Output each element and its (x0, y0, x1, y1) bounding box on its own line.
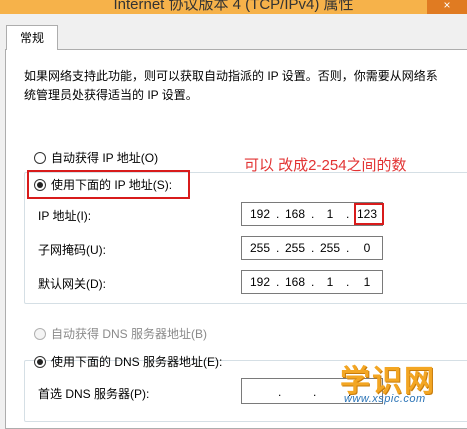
ip-address-label: IP 地址(I): (38, 209, 92, 223)
gateway-octet-2[interactable]: 168 (282, 274, 308, 290)
gateway-dot: . (311, 275, 315, 289)
window-title: Internet 协议版本 4 (TCP/IPv4) 属性 (113, 0, 354, 13)
annotation-text: 可以 改成2-254之间的数 (244, 157, 407, 174)
default-gateway-label: 默认网关(D): (38, 277, 106, 291)
auto-dns-label: 自动获得 DNS 服务器地址(B) (51, 327, 208, 341)
default-gateway-input[interactable]: 192 . 168 . 1 . 1 (241, 270, 383, 294)
subnet-mask-label: 子网掩码(U): (38, 243, 106, 257)
tab-general[interactable]: 常规 (6, 25, 58, 50)
ip-dot: . (276, 207, 280, 221)
gateway-dot: . (346, 275, 350, 289)
mask-dot: . (276, 241, 280, 255)
gateway-octet-3[interactable]: 1 (317, 274, 343, 290)
ip-octet-3[interactable]: 1 (317, 206, 343, 222)
ip-dot: . (346, 207, 350, 221)
ip-octet-1[interactable]: 192 (247, 206, 273, 222)
mask-dot: . (346, 241, 350, 255)
watermark-url-text: www.xspic.com (344, 393, 426, 405)
auto-ip-radio-row[interactable]: 自动获得 IP 地址(O) (34, 149, 158, 166)
title-bar: Internet 协议版本 4 (TCP/IPv4) 属性 × (0, 0, 467, 14)
gateway-octet-1[interactable]: 192 (247, 274, 273, 290)
mask-octet-2[interactable]: 255 (282, 240, 308, 256)
gateway-octet-4[interactable]: 1 (354, 274, 380, 290)
subnet-mask-input[interactable]: 255 . 255 . 255 . 0 (241, 236, 383, 260)
manual-dns-radio[interactable] (34, 355, 46, 368)
description-text: 如果网络支持此功能，则可以获取自动指派的 IP 设置。否则，你需要从网络系统管理… (24, 69, 438, 102)
preferred-dns-label: 首选 DNS 服务器(P): (38, 387, 150, 401)
gateway-dot: . (276, 275, 280, 289)
mask-dot: . (311, 241, 315, 255)
auto-dns-radio-row: 自动获得 DNS 服务器地址(B) (34, 325, 207, 342)
manual-ip-highlight (27, 170, 190, 199)
ip-octet-2[interactable]: 168 (282, 206, 308, 222)
dns-dot: . (313, 385, 317, 399)
auto-ip-radio[interactable] (34, 151, 46, 164)
ip-octet-4-highlight (354, 203, 384, 225)
auto-dns-radio (34, 327, 46, 340)
manual-dns-label[interactable]: 使用下面的 DNS 服务器地址(E): (51, 353, 222, 370)
ip-dot: . (311, 207, 315, 221)
auto-ip-label[interactable]: 自动获得 IP 地址(O) (51, 149, 158, 166)
watermark-logo: 学识网 www.xspic.com (336, 356, 460, 408)
close-button[interactable]: × (427, 0, 467, 14)
mask-octet-4[interactable]: 0 (354, 240, 380, 256)
dns-dot: . (278, 385, 282, 399)
mask-octet-3[interactable]: 255 (317, 240, 343, 256)
manual-dns-radio-row[interactable]: 使用下面的 DNS 服务器地址(E): (34, 353, 222, 370)
mask-octet-1[interactable]: 255 (247, 240, 273, 256)
